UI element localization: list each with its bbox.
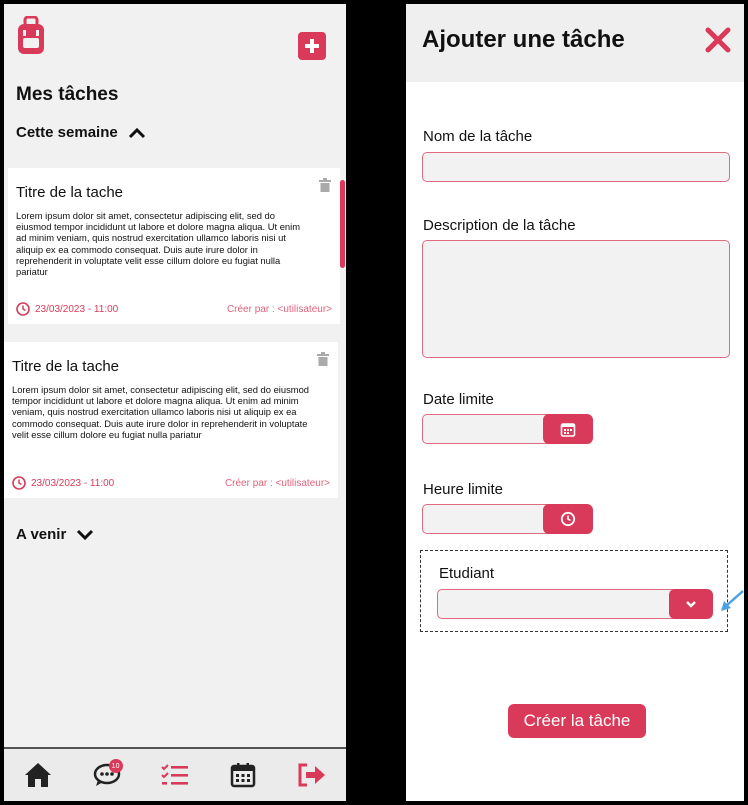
calendar-icon — [560, 423, 576, 437]
section-upcoming-toggle[interactable]: A venir — [16, 526, 94, 543]
header: Ajouter une tâche — [406, 4, 744, 82]
nav-messages[interactable]: 10 — [89, 757, 125, 793]
section-label: A venir — [16, 526, 67, 543]
task-creator: Créer par : <utilisateur> — [226, 303, 332, 315]
due-time-label: Heure limite — [423, 481, 504, 498]
nav-home[interactable] — [20, 757, 56, 793]
nav-logout[interactable] — [294, 757, 330, 793]
chevron-down-icon — [77, 529, 94, 540]
annotation-arrow-icon — [721, 590, 744, 611]
task-name-input[interactable] — [422, 152, 730, 182]
task-title: Titre de la tache — [12, 358, 119, 375]
description-label: Description de la tâche — [423, 217, 576, 234]
close-icon[interactable] — [704, 26, 732, 54]
task-meta: 23/03/2023 - 11:00 Créer par : <utilisat… — [16, 302, 332, 316]
notification-badge: 10 — [108, 759, 123, 773]
task-description: Lorem ipsum dolor sit amet, consectetur … — [16, 210, 301, 278]
add-task-button[interactable] — [298, 32, 326, 60]
task-datetime: 23/03/2023 - 11:00 — [35, 303, 119, 315]
student-field-group: Etudiant — [420, 550, 728, 632]
nav-tasks[interactable] — [157, 757, 193, 793]
add-task-screen: Ajouter une tâche Nom de la tâche Descri… — [406, 4, 744, 801]
task-name-label: Nom de la tâche — [423, 128, 533, 145]
trash-icon[interactable] — [316, 352, 330, 366]
plus-icon — [305, 39, 319, 53]
time-picker-button[interactable] — [543, 504, 593, 534]
student-label: Etudiant — [439, 565, 495, 582]
task-list-icon — [161, 764, 188, 785]
section-label: Cette semaine — [16, 124, 118, 141]
scrollbar[interactable] — [340, 180, 345, 268]
home-icon — [25, 763, 52, 787]
nav-calendar[interactable] — [225, 757, 261, 793]
task-meta: 23/03/2023 - 11:00 Créer par : <utilisat… — [12, 476, 330, 490]
section-this-week-toggle[interactable]: Cette semaine — [16, 124, 146, 141]
task-title: Titre de la tache — [16, 184, 123, 201]
due-date-label: Date limite — [423, 391, 494, 408]
chevron-down-icon — [686, 600, 696, 608]
logout-icon — [298, 763, 325, 787]
bottom-nav: 10 — [4, 747, 346, 801]
trash-icon[interactable] — [318, 178, 332, 192]
task-card[interactable]: Titre de la tache Lorem ipsum dolor sit … — [8, 168, 340, 324]
task-list-screen: Mes tâches Cette semaine Titre de la tac… — [4, 4, 346, 801]
page-title: Mes tâches — [16, 84, 119, 105]
student-dropdown-button[interactable] — [669, 589, 713, 619]
description-textarea[interactable] — [422, 240, 730, 358]
page-title: Ajouter une tâche — [422, 26, 625, 53]
task-creator: Créer par : <utilisateur> — [224, 477, 330, 489]
task-datetime: 23/03/2023 - 11:00 — [31, 477, 115, 489]
chevron-up-icon — [128, 127, 145, 138]
create-task-button[interactable]: Créer la tâche — [508, 704, 646, 738]
backpack-logo-icon — [18, 16, 44, 54]
task-card[interactable]: Titre de la tache Lorem ipsum dolor sit … — [4, 342, 338, 498]
calendar-picker-button[interactable] — [543, 414, 593, 444]
calendar-icon — [231, 763, 256, 788]
clock-icon — [560, 511, 576, 527]
clock-icon — [16, 302, 30, 316]
task-description: Lorem ipsum dolor sit amet, consectetur … — [12, 384, 310, 440]
clock-icon — [12, 476, 26, 490]
